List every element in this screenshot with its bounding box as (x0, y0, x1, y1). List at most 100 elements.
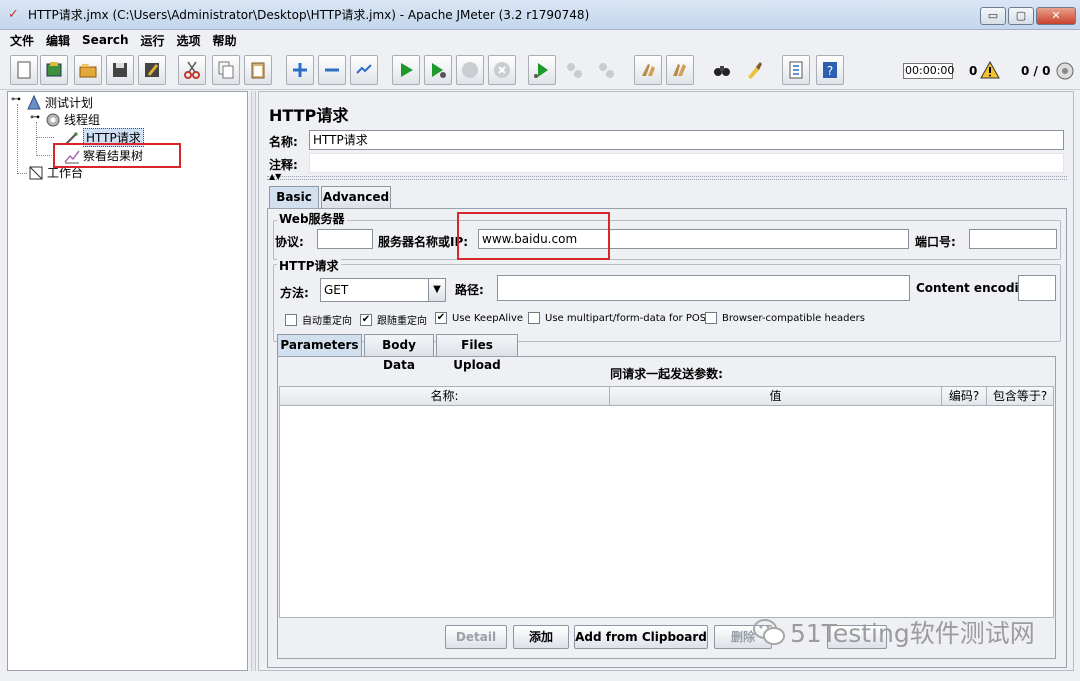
search-icon[interactable] (708, 55, 736, 85)
clear-all-icon[interactable] (666, 55, 694, 85)
minimize-button[interactable]: ▭ (980, 7, 1006, 25)
warning-count: 0 (969, 64, 978, 78)
highlight-box (457, 212, 610, 260)
tab-files-upload[interactable]: Files Upload (436, 334, 518, 372)
chevron-down-icon[interactable]: ▼ (428, 278, 446, 302)
elapsed-timer: 00:00:00 (903, 63, 955, 79)
keepalive-checkbox[interactable]: ✔ Use KeepAlive (435, 312, 523, 324)
page-title: HTTP请求 (269, 106, 349, 125)
remote-start-icon[interactable] (528, 55, 556, 85)
clear-icon[interactable] (634, 55, 662, 85)
expand-icon[interactable] (286, 55, 314, 85)
tree-toggle-icon[interactable]: ⊶ (11, 94, 21, 105)
menu-options[interactable]: 选项 (177, 32, 201, 49)
toolbar: ? 00:00:00 0 0 / 0 (0, 50, 1080, 90)
thread-count: 0 / 0 (1021, 64, 1051, 78)
save-icon[interactable] (106, 55, 134, 85)
check-icon[interactable]: ✔ (360, 313, 372, 326)
close-button[interactable]: ✕ (1036, 7, 1076, 25)
method-select[interactable]: GET (320, 278, 430, 302)
column-value[interactable]: 值 (609, 386, 942, 406)
path-field[interactable] (497, 275, 910, 301)
name-label: 名称: (269, 135, 298, 149)
menu-file[interactable]: 文件 (10, 32, 34, 49)
copy-icon[interactable] (212, 55, 240, 85)
tree-item-label: 测试计划 (45, 96, 94, 110)
reset-search-icon[interactable] (740, 55, 768, 85)
start-no-pause-icon[interactable] (424, 55, 452, 85)
column-include-equals[interactable]: 包含等于? (986, 386, 1054, 406)
collapse-icon[interactable] (318, 55, 346, 85)
comment-field[interactable] (309, 153, 1064, 173)
function-helper-icon[interactable] (782, 55, 810, 85)
add-button[interactable]: 添加 (513, 625, 569, 649)
help-icon[interactable]: ? (816, 55, 844, 85)
tree-toggle-icon[interactable]: ⊶ (30, 112, 40, 123)
add-from-clipboard-button[interactable]: Add from Clipboard (574, 625, 708, 649)
menu-bar: 文件 编辑 Search 运行 选项 帮助 (0, 30, 1080, 50)
wechat-logo-icon (753, 619, 785, 645)
multipart-checkbox[interactable]: Use multipart/form-data for POST (528, 312, 712, 324)
port-label: 端口号: (915, 235, 956, 249)
start-icon[interactable] (392, 55, 420, 85)
checkbox-label: 自动重定向 (302, 316, 352, 327)
activity-indicator-icon (1056, 62, 1074, 80)
split-pane-divider[interactable] (251, 91, 256, 671)
web-server-group-title: Web服务器 (277, 210, 347, 227)
shutdown-icon[interactable] (488, 55, 516, 85)
checkbox-box[interactable] (285, 313, 297, 326)
browser-headers-checkbox[interactable]: Browser-compatible headers (705, 312, 865, 324)
parameters-table[interactable] (279, 386, 1054, 618)
paste-icon[interactable] (244, 55, 272, 85)
workbench-icon (29, 166, 43, 179)
checkbox-box[interactable] (528, 312, 540, 324)
menu-run[interactable]: 运行 (140, 32, 164, 49)
warning-icon[interactable] (980, 61, 1000, 79)
highlight-box (53, 143, 181, 168)
http-request-editor: HTTP请求 名称: HTTP请求 注释: ▲▼ Basic Advanced … (258, 91, 1074, 671)
watermark: 51Testing软件测试网 (752, 614, 1035, 650)
name-field[interactable]: HTTP请求 (309, 130, 1064, 150)
toggle-icon[interactable] (350, 55, 378, 85)
port-field[interactable] (969, 229, 1057, 249)
parameters-caption: 同请求一起发送参数: (610, 367, 723, 381)
follow-redirect-checkbox[interactable]: ✔ 跟随重定向 (360, 312, 427, 327)
checkbox-label: 跟随重定向 (377, 316, 427, 327)
checkbox-label: Use multipart/form-data for POST (545, 312, 713, 324)
method-label: 方法: (280, 286, 309, 300)
checkbox-box[interactable] (705, 312, 717, 324)
checkbox-label: Browser-compatible headers (722, 312, 865, 324)
maximize-button[interactable]: ▢ (1008, 7, 1034, 25)
tab-body-data[interactable]: Body Data (364, 334, 434, 372)
templates-icon[interactable] (40, 55, 68, 85)
tree-item-thread-group[interactable]: 线程组 (45, 111, 100, 128)
stop-icon[interactable] (456, 55, 484, 85)
new-icon[interactable] (10, 55, 38, 85)
tab-parameters[interactable]: Parameters (277, 334, 362, 356)
protocol-field[interactable] (317, 229, 373, 249)
tab-basic[interactable]: Basic (269, 186, 319, 208)
open-icon[interactable] (74, 55, 102, 85)
tree-item-label: 线程组 (64, 113, 101, 127)
column-encode[interactable]: 编码? (941, 386, 987, 406)
checkbox-label: Use KeepAlive (452, 312, 524, 324)
check-icon[interactable]: ✔ (435, 312, 447, 324)
auto-redirect-checkbox[interactable]: 自动重定向 (285, 312, 352, 327)
window-titlebar: ✓ HTTP请求.jmx (C:\Users\Administrator\Des… (0, 0, 1080, 30)
content-encoding-field[interactable] (1018, 275, 1056, 301)
column-name[interactable]: 名称: (279, 386, 610, 406)
menu-edit[interactable]: 编辑 (46, 32, 70, 49)
remote-stop-icon[interactable] (560, 55, 588, 85)
save-as-icon[interactable] (138, 55, 166, 85)
tab-advanced[interactable]: Advanced (321, 186, 391, 208)
tree-item-test-plan[interactable]: 测试计划 (26, 94, 93, 111)
menu-help[interactable]: 帮助 (213, 32, 237, 49)
watermark-text: 51Testing软件测试网 (790, 619, 1035, 648)
detail-button[interactable]: Detail (445, 625, 507, 649)
cut-icon[interactable] (178, 55, 206, 85)
splitter-arrows-icon[interactable]: ▲▼ (269, 172, 281, 181)
menu-search[interactable]: Search (82, 33, 128, 47)
path-label: 路径: (455, 283, 484, 297)
splitter-handle[interactable] (267, 176, 1067, 180)
remote-shutdown-icon[interactable] (592, 55, 620, 85)
